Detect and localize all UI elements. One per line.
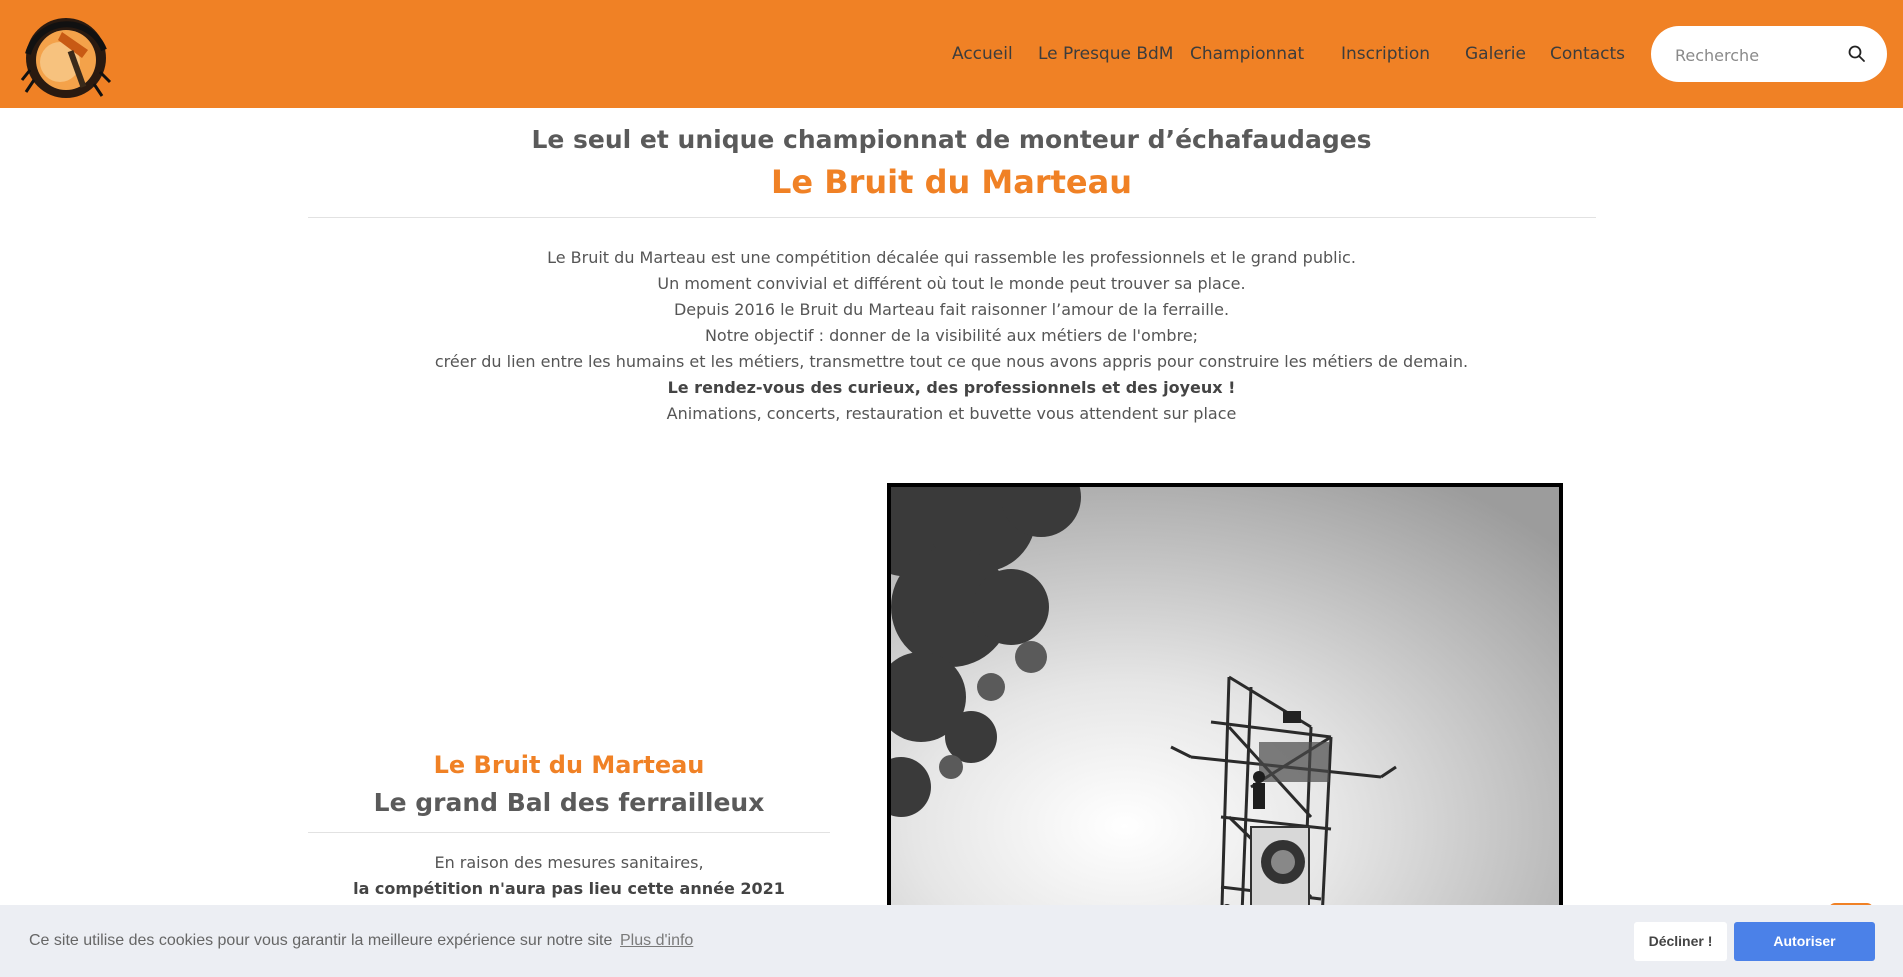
notice-line-bold: la compétition n'aura pas lieu cette ann… (353, 879, 785, 898)
nav-contacts[interactable]: Contacts (1550, 44, 1625, 64)
page-title: Le Bruit du Marteau (770, 163, 1132, 201)
site-header: Accueil Le Presque BdM Championnat Inscr… (0, 0, 1903, 108)
event-heading: Le grand Bal des ferrailleux (373, 788, 765, 817)
nav-galerie[interactable]: Galerie (1465, 44, 1526, 64)
nav-championnat[interactable]: Championnat (1190, 44, 1304, 64)
intro-line: Un moment convivial et différent où tout… (657, 274, 1246, 293)
intro-line: Depuis 2016 le Bruit du Marteau fait rai… (673, 300, 1230, 319)
notice-line: En raison des mesures sanitaires, (434, 853, 704, 872)
event-divider (308, 832, 830, 833)
event-notice: En raison des mesures sanitaires, la com… (308, 850, 830, 902)
intro-line: Le Bruit du Marteau est une compétition … (547, 248, 1356, 267)
scaffold-photo (887, 483, 1563, 943)
intro-line-bold: Le rendez-vous des curieux, des professi… (667, 378, 1236, 397)
search-input[interactable] (1675, 44, 1845, 66)
title-divider (308, 217, 1596, 218)
event-title: Le Bruit du Marteau (433, 751, 705, 779)
nav-accueil[interactable]: Accueil (952, 44, 1013, 64)
cookie-decline-button[interactable]: Décliner ! (1634, 922, 1727, 961)
cookie-allow-button[interactable]: Autoriser (1734, 922, 1875, 961)
nav-inscription[interactable]: Inscription (1341, 44, 1430, 64)
page-tagline: Le seul et unique championnat de monteur… (531, 125, 1372, 154)
hammer-logo-icon[interactable] (14, 10, 118, 104)
search-box (1651, 26, 1887, 82)
cookie-more-info-link[interactable]: Plus d'info (620, 932, 693, 950)
intro-line: créer du lien entre les humains et les m… (434, 352, 1469, 371)
intro-line: Notre objectif : donner de la visibilité… (704, 326, 1199, 345)
cookie-banner: Ce site utilise des cookies pour vous ga… (0, 905, 1903, 977)
nav-le-presque-bdm[interactable]: Le Presque BdM (1038, 44, 1173, 64)
intro-text: Le Bruit du Marteau est une compétition … (0, 245, 1903, 427)
cookie-text: Ce site utilise des cookies pour vous ga… (29, 932, 613, 949)
search-icon[interactable] (1847, 44, 1867, 64)
intro-line: Animations, concerts, restauration et bu… (666, 404, 1237, 423)
